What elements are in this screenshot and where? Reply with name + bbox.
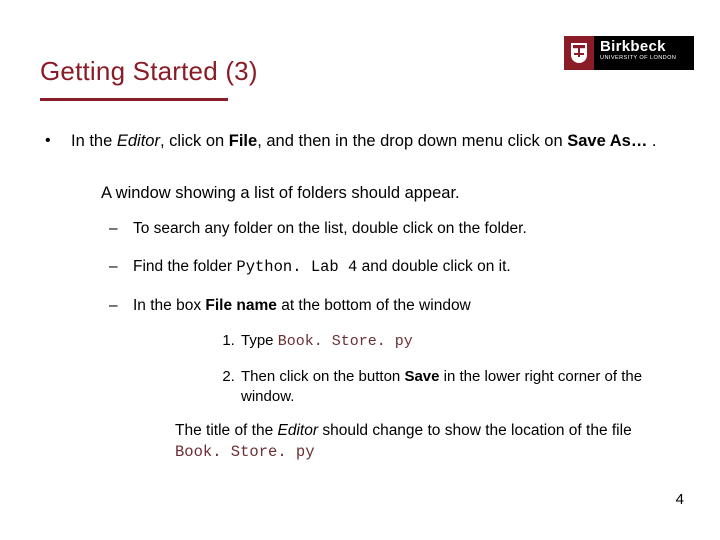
save-as-menu: Save As… [567, 132, 647, 150]
slide-body: In the Editor, click on File, and then i… [33, 130, 690, 481]
window-appears-text: A window showing a list of folders shoul… [101, 182, 690, 204]
slide: Birkbeck UNIVERSITY OF LONDON Getting St… [0, 0, 720, 540]
birkbeck-logo: Birkbeck UNIVERSITY OF LONDON [564, 36, 694, 70]
step-click-save: Then click on the button Save in the low… [239, 367, 690, 408]
page-number: 4 [676, 491, 684, 508]
dash-filename-box: In the box File name at the bottom of th… [133, 296, 690, 463]
step-type-filename: Type Book. Store. py [239, 331, 690, 352]
trailer-text: The title of the Editor should change to… [175, 421, 690, 463]
logo-title: Birkbeck [600, 39, 688, 55]
crest-icon [564, 36, 594, 70]
file-menu: File [229, 132, 257, 150]
editor-word-2: Editor [278, 422, 319, 439]
save-button-label: Save [404, 368, 439, 385]
logo-subtitle: UNIVERSITY OF LONDON [600, 55, 688, 62]
bullet-main: In the Editor, click on File, and then i… [67, 130, 690, 463]
dash-search-folder: To search any folder on the list, double… [133, 219, 690, 240]
logo-text: Birkbeck UNIVERSITY OF LONDON [594, 36, 694, 70]
filename-code: Book. Store. py [278, 333, 413, 350]
filename-code-2: Book. Store. py [175, 443, 315, 461]
title-text: Getting Started [40, 56, 218, 86]
file-name-label: File name [205, 297, 277, 314]
bullet-main-text: In the Editor, click on File, and then i… [71, 130, 690, 152]
title-number: (3) [225, 56, 257, 86]
title-underline [40, 98, 228, 101]
editor-word: Editor [117, 132, 160, 150]
dash-find-folder: Find the folder Python. Lab 4 and double… [133, 257, 690, 278]
folder-name: Python. Lab 4 [236, 258, 357, 276]
